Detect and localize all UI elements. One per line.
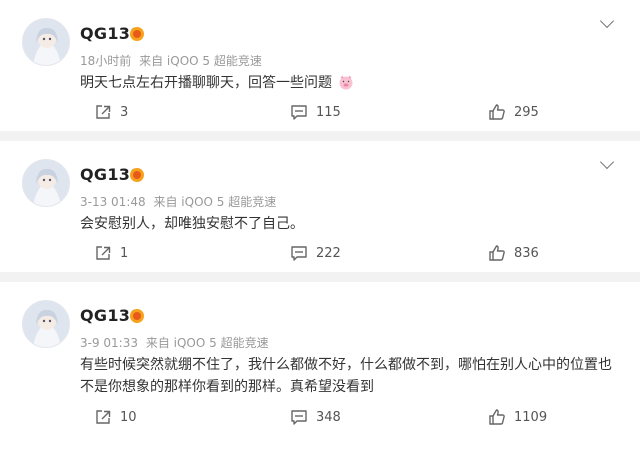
avatar[interactable] xyxy=(22,18,70,66)
post-text: 会安慰别人，却唯独安慰不了自己。 xyxy=(80,216,304,232)
thumbs-up-icon xyxy=(489,104,505,120)
share-button[interactable]: 10 xyxy=(94,406,137,428)
post-card: QG139 3-13 01:48 来自 iQOO 5 超能竞速 会安慰别人，却唯… xyxy=(0,141,640,272)
chevron-down-icon[interactable] xyxy=(599,13,615,29)
comment-icon xyxy=(291,410,307,425)
action-bar: 10 348 1109 xyxy=(0,406,640,428)
comment-icon xyxy=(291,105,307,120)
post-content: 明天七点左右开播聊聊天，回答一些问题 xyxy=(80,72,620,97)
post-content: 有些时候突然就绷不住了，我什么都做不好，什么都做不到，哪怕在别人心中的位置也不是… xyxy=(80,354,620,398)
post-time[interactable]: 3-9 01:33 xyxy=(80,336,138,350)
like-count: 836 xyxy=(514,245,539,261)
action-bar: 3 115 295 xyxy=(0,101,640,123)
comment-icon xyxy=(291,246,307,261)
like-count: 1109 xyxy=(514,409,548,425)
thumbs-up-icon xyxy=(489,245,505,261)
comment-button[interactable]: 115 xyxy=(290,101,341,123)
verified-badge-icon xyxy=(130,168,144,182)
comment-count: 115 xyxy=(316,104,341,120)
like-button[interactable]: 1109 xyxy=(488,406,547,428)
post-time[interactable]: 18小时前 xyxy=(80,54,131,68)
comment-count: 222 xyxy=(316,245,341,261)
like-button[interactable]: 836 xyxy=(488,242,539,264)
comment-count: 348 xyxy=(316,409,341,425)
comment-button[interactable]: 348 xyxy=(290,406,341,428)
avatar[interactable] xyxy=(22,300,70,348)
post-meta: 3-13 01:48 来自 iQOO 5 超能竞速 xyxy=(80,193,276,210)
post-time[interactable]: 3-13 01:48 xyxy=(80,195,146,209)
post-card: QG139 18小时前 来自 iQOO 5 超能竞速 明天七点左右开播聊聊天，回… xyxy=(0,0,640,131)
share-count: 10 xyxy=(120,409,137,425)
chevron-down-icon[interactable] xyxy=(599,154,615,170)
avatar[interactable] xyxy=(22,159,70,207)
share-button[interactable]: 1 xyxy=(94,242,128,264)
post-source: 来自 iQOO 5 超能竞速 xyxy=(139,54,262,68)
verified-badge-icon xyxy=(130,27,144,41)
post-source: 来自 iQOO 5 超能竞速 xyxy=(153,195,277,209)
post-card: QG139 3-9 01:33 来自 iQOO 5 超能竞速 有些时候突然就绷不… xyxy=(0,282,640,456)
post-text: 有些时候突然就绷不住了，我什么都做不好，什么都做不到，哪怕在别人心中的位置也不是… xyxy=(80,357,612,395)
like-button[interactable]: 295 xyxy=(488,101,539,123)
share-count: 3 xyxy=(120,104,129,120)
share-icon xyxy=(96,105,111,119)
like-count: 295 xyxy=(514,104,539,120)
pig-emoji-icon xyxy=(338,74,354,97)
post-meta: 18小时前 来自 iQOO 5 超能竞速 xyxy=(80,52,262,69)
comment-button[interactable]: 222 xyxy=(290,242,341,264)
verified-badge-icon xyxy=(130,309,144,323)
share-count: 1 xyxy=(120,245,129,261)
action-bar: 1 222 836 xyxy=(0,242,640,264)
post-text: 明天七点左右开播聊聊天，回答一些问题 xyxy=(80,75,332,91)
post-source: 来自 iQOO 5 超能竞速 xyxy=(145,336,269,350)
share-button[interactable]: 3 xyxy=(94,101,128,123)
thumbs-up-icon xyxy=(489,409,505,425)
post-content: 会安慰别人，却唯独安慰不了自己。 xyxy=(80,213,620,235)
share-icon xyxy=(96,410,111,424)
post-meta: 3-9 01:33 来自 iQOO 5 超能竞速 xyxy=(80,334,269,351)
share-icon xyxy=(96,246,111,260)
